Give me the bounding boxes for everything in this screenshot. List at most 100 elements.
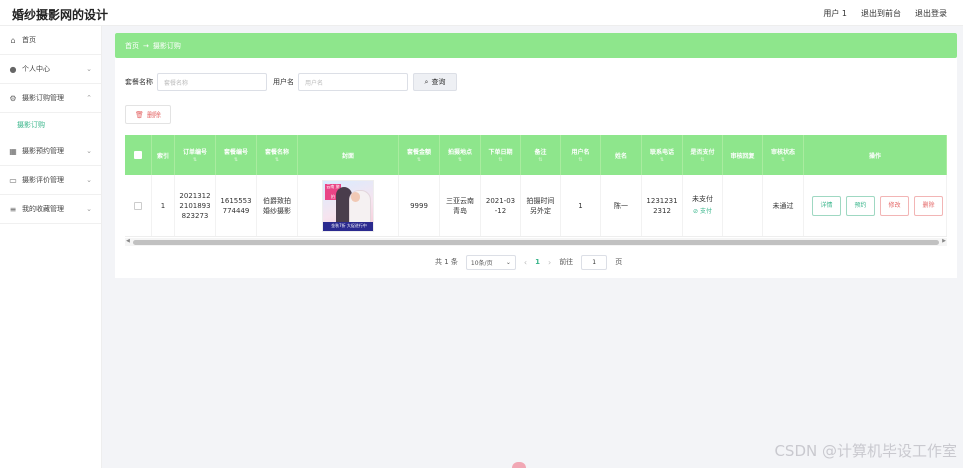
app-title: 婚纱摄影网的设计: [12, 8, 109, 22]
sidebar-item-label: 摄影订购: [17, 121, 45, 129]
sidebar-item-label: 首页: [22, 36, 36, 44]
goto-label: 前往: [559, 258, 574, 266]
monitor-icon: ▭: [9, 175, 17, 185]
th-paid[interactable]: 是否支付 ⇅: [683, 135, 723, 175]
prev-page-icon[interactable]: ‹: [524, 258, 527, 267]
sidebar-item-label: 个人中心: [22, 65, 50, 73]
home-icon: ⌂: [10, 35, 16, 45]
th-phone[interactable]: 联系电话 ⇅: [642, 135, 683, 175]
chevron-down-icon: ⌄: [86, 176, 92, 184]
cell-location: 三亚云南 青岛: [440, 175, 481, 236]
th-package-name[interactable]: 套餐名称 ⇅: [257, 135, 298, 175]
list-icon: ≡: [9, 204, 17, 214]
package-name-input[interactable]: 套餐名称: [157, 73, 267, 91]
delete-button[interactable]: 删除: [914, 195, 943, 216]
next-page-icon[interactable]: ›: [548, 258, 551, 267]
detail-button[interactable]: 详情: [812, 195, 841, 216]
horizontal-scrollbar[interactable]: ◀ ▶: [125, 238, 947, 246]
cell-date: 2021-03 -12: [481, 175, 521, 236]
goto-page-input[interactable]: 1: [581, 254, 608, 270]
sidebar-item-order-mgmt[interactable]: ⚙ 摄影订购管理 ⌃: [0, 84, 101, 113]
search-button[interactable]: ⌕ 查询: [413, 73, 457, 91]
cell-paid: 未支付 ⊘ 支付: [683, 175, 723, 236]
cover-banner: 金秋7折 大促进行中: [323, 221, 373, 231]
bride-face: [351, 191, 360, 202]
trash-icon: 🗑: [135, 110, 144, 119]
floating-widget-icon[interactable]: [512, 462, 526, 468]
th-status[interactable]: 审核状态 ⇅: [763, 135, 804, 175]
page-size-select[interactable]: 10条/页 ⌄: [465, 254, 516, 270]
select-all-checkbox[interactable]: [134, 151, 142, 159]
sidebar-item-home[interactable]: ⌂ 首页: [0, 26, 101, 55]
scroll-left-icon[interactable]: ◀: [126, 238, 130, 244]
cell-package-no: 1615553 774449: [216, 175, 257, 236]
th-package-no[interactable]: 套餐编号 ⇅: [216, 135, 257, 175]
cell-package-name: 伯爵致拍 婚纱摄影: [257, 175, 298, 236]
select-all-cell[interactable]: [125, 135, 152, 175]
cell-name: 陈一: [601, 175, 642, 236]
main-content: 首页 → 摄影订购 套餐名称 套餐名称 用户名 用户名 ⌕ 查询 🗑 删除 索引…: [115, 33, 957, 278]
page-number[interactable]: 1: [535, 258, 540, 266]
sidebar-item-label: 摄影订购管理: [22, 94, 64, 102]
username-input[interactable]: 用户名: [298, 73, 408, 91]
scrollbar-thumb[interactable]: [133, 240, 939, 245]
search-button-label: 查询: [431, 78, 446, 86]
table-row: 1 2021312 2101893 823273 1615553 774449 …: [125, 175, 947, 237]
sidebar-item-review-mgmt[interactable]: ▭ 摄影评价管理 ⌄: [0, 166, 101, 195]
th-date[interactable]: 下单日期 ⇅: [481, 135, 521, 175]
top-bar: 婚纱摄影网的设计 用户 1 退出到前台 退出登录: [0, 0, 963, 26]
user-link[interactable]: 用户 1: [823, 8, 847, 19]
cover-image[interactable]: 云南 旅拍 金秋7折 大促进行中: [322, 179, 374, 232]
th-order-no[interactable]: 订单编号 ⇅: [175, 135, 216, 175]
sidebar-item-booking-mgmt[interactable]: ▦ 摄影预约管理 ⌄: [0, 137, 101, 166]
sidebar-subitem-order[interactable]: 摄影订购: [0, 113, 101, 137]
breadcrumb: 首页 → 摄影订购: [115, 33, 957, 58]
row-select-cell[interactable]: [125, 175, 152, 236]
chevron-down-icon: ⌄: [86, 65, 92, 73]
user-icon: ●: [9, 64, 17, 74]
chevron-down-icon: ⌄: [505, 258, 511, 266]
scroll-right-icon[interactable]: ▶: [942, 238, 946, 244]
cell-actions: 详情 预约 修改 删除: [804, 175, 947, 236]
edit-button[interactable]: 修改: [880, 195, 909, 216]
total-count: 共 1 条: [435, 258, 458, 266]
cell-username: 1: [561, 175, 601, 236]
th-index: 索引: [152, 135, 175, 175]
sidebar-item-label: 摄影评价管理: [22, 176, 64, 184]
paid-status: 未支付: [692, 195, 713, 203]
row-checkbox[interactable]: [134, 201, 142, 210]
chevron-down-icon: ⌄: [86, 147, 92, 155]
th-reply[interactable]: 审核回复: [723, 135, 763, 175]
chevron-down-icon: ⌄: [86, 205, 92, 213]
logout-link[interactable]: 退出登录: [915, 8, 947, 19]
th-remark[interactable]: 备注 ⇅: [521, 135, 561, 175]
pay-link[interactable]: ⊘ 支付: [693, 207, 712, 217]
cell-index: 1: [152, 175, 175, 236]
batch-delete-button[interactable]: 🗑 删除: [125, 105, 171, 124]
cell-order-no: 2021312 2101893 823273: [175, 175, 216, 236]
th-location[interactable]: 拍摄地点 ⇅: [440, 135, 481, 175]
book-button[interactable]: 预约: [846, 195, 875, 216]
cell-cover: 云南 旅拍 金秋7折 大促进行中: [298, 175, 399, 236]
pay-icon: ⊘: [693, 208, 699, 215]
sidebar-item-profile[interactable]: ● 个人中心 ⌄: [0, 55, 101, 84]
settings-icon: ⚙: [9, 93, 17, 103]
th-name[interactable]: 姓名: [601, 135, 642, 175]
breadcrumb-home[interactable]: 首页: [125, 41, 139, 51]
th-cover[interactable]: 封面: [298, 135, 399, 175]
th-username[interactable]: 用户名 ⇅: [561, 135, 601, 175]
username-label: 用户名: [273, 78, 294, 86]
front-link[interactable]: 退出到前台: [861, 8, 901, 19]
sidebar: ⌂ 首页 ● 个人中心 ⌄ ⚙ 摄影订购管理 ⌃ 摄影订购 ▦ 摄影预约管理 ⌄…: [0, 26, 102, 468]
cell-status: 未通过: [763, 175, 804, 236]
th-actions: 操作: [804, 135, 947, 175]
table-header: 索引 订单编号 ⇅ 套餐编号 ⇅ 套餐名称 ⇅ 封面 套餐金额 ⇅ 拍摄地点 ⇅ 下单日期…: [125, 135, 947, 175]
order-table: 索引 订单编号 ⇅ 套餐编号 ⇅ 套餐名称 ⇅ 封面 套餐金额 ⇅ 拍摄地点 ⇅ 下单日期…: [125, 135, 947, 248]
th-amount[interactable]: 套餐金额 ⇅: [399, 135, 440, 175]
top-right-links: 用户 1 退出到前台 退出登录: [823, 8, 947, 19]
breadcrumb-current: 摄影订购: [152, 41, 181, 50]
sidebar-item-favorites-mgmt[interactable]: ≡ 我的收藏管理 ⌄: [0, 195, 101, 224]
watermark: CSDN @计算机毕设工作室: [774, 442, 957, 460]
breadcrumb-arrow-icon: →: [143, 41, 149, 50]
cell-reply: [723, 175, 763, 236]
